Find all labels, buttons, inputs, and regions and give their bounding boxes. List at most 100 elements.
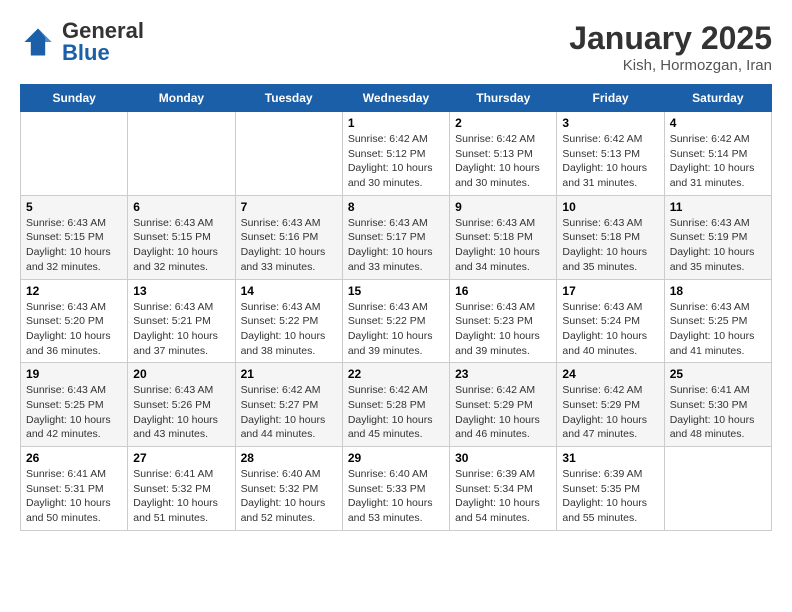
day-number: 15: [348, 284, 444, 298]
logo-icon: [20, 24, 56, 60]
calendar-header-row: SundayMondayTuesdayWednesdayThursdayFrid…: [21, 85, 772, 112]
day-info: Sunrise: 6:42 AMSunset: 5:14 PMDaylight:…: [670, 132, 766, 191]
day-info: Sunrise: 6:42 AMSunset: 5:28 PMDaylight:…: [348, 383, 444, 442]
day-number: 29: [348, 451, 444, 465]
calendar-week-3: 19 Sunrise: 6:43 AMSunset: 5:25 PMDayligh…: [21, 363, 772, 447]
day-number: 25: [670, 367, 766, 381]
calendar-cell: 9Sunrise: 6:43 AMSunset: 5:18 PMDaylight…: [450, 195, 557, 279]
calendar-cell: 30Sunrise: 6:39 AMSunset: 5:34 PMDayligh…: [450, 447, 557, 531]
day-number: 17: [562, 284, 658, 298]
day-header-tuesday: Tuesday: [235, 85, 342, 112]
calendar-cell: 21 Sunrise: 6:42 AMSunset: 5:27 PMDayligh…: [235, 363, 342, 447]
day-header-monday: Monday: [128, 85, 235, 112]
day-info: Sunrise: 6:43 AMSunset: 5:20 PMDaylight:…: [26, 300, 122, 359]
calendar-cell: 15 Sunrise: 6:43 AMSunset: 5:22 PMDayligh…: [342, 279, 449, 363]
calendar-cell: 13 Sunrise: 6:43 AMSunset: 5:21 PMDayligh…: [128, 279, 235, 363]
calendar-cell: 19 Sunrise: 6:43 AMSunset: 5:25 PMDayligh…: [21, 363, 128, 447]
calendar-cell: 7 Sunrise: 6:43 AMSunset: 5:16 PMDaylight…: [235, 195, 342, 279]
title-block: January 2025 Kish, Hormozgan, Iran: [569, 20, 772, 74]
day-number: 13: [133, 284, 229, 298]
day-info: Sunrise: 6:43 AMSunset: 5:25 PMDaylight:…: [26, 383, 122, 442]
calendar-week-2: 12 Sunrise: 6:43 AMSunset: 5:20 PMDayligh…: [21, 279, 772, 363]
calendar-cell: 18 Sunrise: 6:43 AMSunset: 5:25 PMDayligh…: [664, 279, 771, 363]
day-info: Sunrise: 6:41 AMSunset: 5:30 PMDaylight:…: [670, 383, 766, 442]
day-info: Sunrise: 6:43 AMSunset: 5:22 PMDaylight:…: [348, 300, 444, 359]
day-number: 26: [26, 451, 122, 465]
day-info: Sunrise: 6:42 AMSunset: 5:27 PMDaylight:…: [241, 383, 337, 442]
day-number: 1: [348, 116, 444, 130]
day-number: 6: [133, 200, 229, 214]
day-info: Sunrise: 6:43 AMSunset: 5:23 PMDaylight:…: [455, 300, 551, 359]
day-number: 24: [562, 367, 658, 381]
logo-blue: Blue: [62, 40, 110, 65]
calendar-cell: 29 Sunrise: 6:40 AMSunset: 5:33 PMDayligh…: [342, 447, 449, 531]
calendar-cell: [664, 447, 771, 531]
calendar-week-0: 1 Sunrise: 6:42 AMSunset: 5:12 PMDaylight…: [21, 112, 772, 196]
location: Kish, Hormozgan, Iran: [569, 57, 772, 74]
day-number: 11: [670, 200, 766, 214]
day-info: Sunrise: 6:43 AMSunset: 5:15 PMDaylight:…: [26, 216, 122, 275]
day-number: 27: [133, 451, 229, 465]
day-info: Sunrise: 6:43 AMSunset: 5:18 PMDaylight:…: [562, 216, 658, 275]
calendar-cell: 20Sunrise: 6:43 AMSunset: 5:26 PMDayligh…: [128, 363, 235, 447]
day-info: Sunrise: 6:40 AMSunset: 5:33 PMDaylight:…: [348, 467, 444, 526]
day-info: Sunrise: 6:42 AMSunset: 5:29 PMDaylight:…: [455, 383, 551, 442]
day-number: 12: [26, 284, 122, 298]
calendar-cell: 31Sunrise: 6:39 AMSunset: 5:35 PMDayligh…: [557, 447, 664, 531]
calendar-cell: 6 Sunrise: 6:43 AMSunset: 5:15 PMDaylight…: [128, 195, 235, 279]
day-info: Sunrise: 6:42 AMSunset: 5:12 PMDaylight:…: [348, 132, 444, 191]
day-info: Sunrise: 6:41 AMSunset: 5:31 PMDaylight:…: [26, 467, 122, 526]
calendar-cell: 12 Sunrise: 6:43 AMSunset: 5:20 PMDayligh…: [21, 279, 128, 363]
day-number: 3: [562, 116, 658, 130]
day-header-thursday: Thursday: [450, 85, 557, 112]
calendar-cell: 11 Sunrise: 6:43 AMSunset: 5:19 PMDayligh…: [664, 195, 771, 279]
calendar-cell: 26 Sunrise: 6:41 AMSunset: 5:31 PMDayligh…: [21, 447, 128, 531]
calendar-cell: [235, 112, 342, 196]
page-header: General Blue January 2025 Kish, Hormozga…: [20, 20, 772, 74]
calendar-cell: 16Sunrise: 6:43 AMSunset: 5:23 PMDayligh…: [450, 279, 557, 363]
day-info: Sunrise: 6:43 AMSunset: 5:21 PMDaylight:…: [133, 300, 229, 359]
day-number: 22: [348, 367, 444, 381]
calendar-cell: 5 Sunrise: 6:43 AMSunset: 5:15 PMDaylight…: [21, 195, 128, 279]
day-info: Sunrise: 6:43 AMSunset: 5:25 PMDaylight:…: [670, 300, 766, 359]
calendar-cell: 14 Sunrise: 6:43 AMSunset: 5:22 PMDayligh…: [235, 279, 342, 363]
day-number: 18: [670, 284, 766, 298]
day-number: 23: [455, 367, 551, 381]
day-info: Sunrise: 6:43 AMSunset: 5:19 PMDaylight:…: [670, 216, 766, 275]
day-info: Sunrise: 6:43 AMSunset: 5:15 PMDaylight:…: [133, 216, 229, 275]
day-info: Sunrise: 6:43 AMSunset: 5:17 PMDaylight:…: [348, 216, 444, 275]
calendar-cell: 25 Sunrise: 6:41 AMSunset: 5:30 PMDayligh…: [664, 363, 771, 447]
calendar-week-1: 5 Sunrise: 6:43 AMSunset: 5:15 PMDaylight…: [21, 195, 772, 279]
day-number: 19: [26, 367, 122, 381]
day-number: 2: [455, 116, 551, 130]
calendar-cell: 22 Sunrise: 6:42 AMSunset: 5:28 PMDayligh…: [342, 363, 449, 447]
calendar-cell: 24 Sunrise: 6:42 AMSunset: 5:29 PMDayligh…: [557, 363, 664, 447]
day-number: 7: [241, 200, 337, 214]
day-info: Sunrise: 6:43 AMSunset: 5:18 PMDaylight:…: [455, 216, 551, 275]
day-info: Sunrise: 6:42 AMSunset: 5:29 PMDaylight:…: [562, 383, 658, 442]
calendar-cell: 28Sunrise: 6:40 AMSunset: 5:32 PMDayligh…: [235, 447, 342, 531]
day-info: Sunrise: 6:42 AMSunset: 5:13 PMDaylight:…: [562, 132, 658, 191]
day-number: 21: [241, 367, 337, 381]
calendar-cell: 10Sunrise: 6:43 AMSunset: 5:18 PMDayligh…: [557, 195, 664, 279]
day-info: Sunrise: 6:41 AMSunset: 5:32 PMDaylight:…: [133, 467, 229, 526]
day-header-friday: Friday: [557, 85, 664, 112]
day-number: 4: [670, 116, 766, 130]
calendar-cell: 27 Sunrise: 6:41 AMSunset: 5:32 PMDayligh…: [128, 447, 235, 531]
day-number: 8: [348, 200, 444, 214]
day-number: 14: [241, 284, 337, 298]
calendar-cell: [128, 112, 235, 196]
calendar-cell: 2 Sunrise: 6:42 AMSunset: 5:13 PMDaylight…: [450, 112, 557, 196]
calendar-cell: 17 Sunrise: 6:43 AMSunset: 5:24 PMDayligh…: [557, 279, 664, 363]
day-header-sunday: Sunday: [21, 85, 128, 112]
day-number: 5: [26, 200, 122, 214]
day-info: Sunrise: 6:43 AMSunset: 5:24 PMDaylight:…: [562, 300, 658, 359]
day-info: Sunrise: 6:42 AMSunset: 5:13 PMDaylight:…: [455, 132, 551, 191]
day-header-wednesday: Wednesday: [342, 85, 449, 112]
day-header-saturday: Saturday: [664, 85, 771, 112]
day-info: Sunrise: 6:43 AMSunset: 5:22 PMDaylight:…: [241, 300, 337, 359]
calendar-cell: [21, 112, 128, 196]
day-info: Sunrise: 6:43 AMSunset: 5:16 PMDaylight:…: [241, 216, 337, 275]
calendar-week-4: 26 Sunrise: 6:41 AMSunset: 5:31 PMDayligh…: [21, 447, 772, 531]
calendar-cell: 8 Sunrise: 6:43 AMSunset: 5:17 PMDaylight…: [342, 195, 449, 279]
